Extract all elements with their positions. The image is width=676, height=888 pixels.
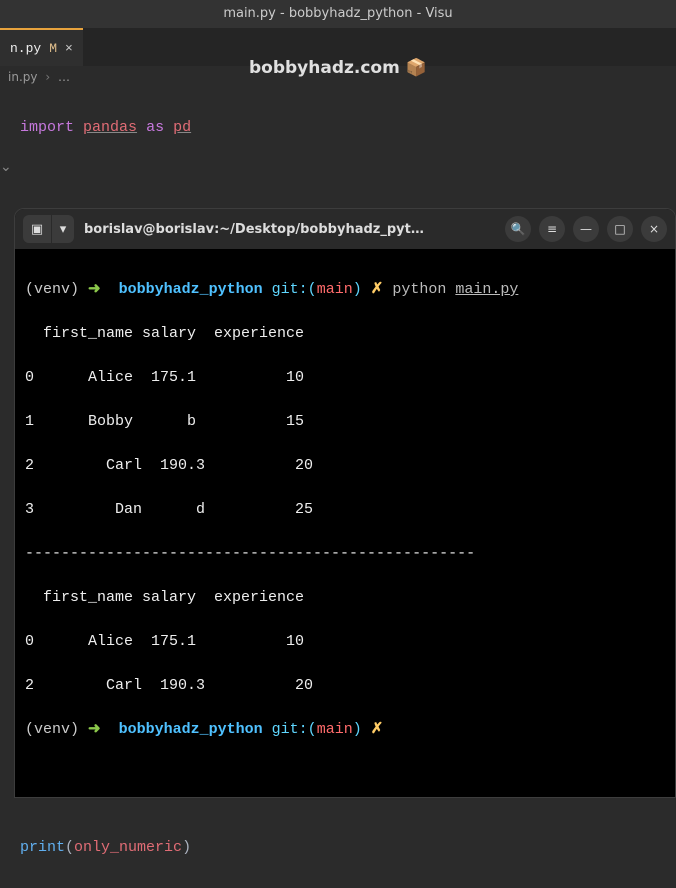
new-tab-dropdown[interactable]: ▾: [52, 215, 74, 243]
close-icon[interactable]: ×: [65, 41, 73, 56]
window-title: main.py - bobbyhadz_python - Visu: [223, 6, 452, 21]
alias-pd: pd: [173, 119, 191, 136]
minimize-button[interactable]: —: [573, 216, 599, 242]
tab-filename: n.py: [10, 41, 41, 56]
new-tab-button[interactable]: ▣: [23, 215, 51, 243]
prompt-git-open: git:(: [272, 721, 317, 738]
prompt-dirty-icon: ✗: [371, 721, 384, 738]
breadcrumb-more: …: [58, 70, 70, 84]
output-row: 1 Bobby b 15: [25, 411, 665, 433]
maximize-button[interactable]: □: [607, 216, 633, 242]
chevron-icon: ›: [45, 70, 50, 84]
output-header: first_name salary experience: [25, 323, 665, 345]
prompt-git-close: ): [353, 281, 362, 298]
output-row: 0 Alice 175.1 10: [25, 367, 665, 389]
fold-chevron-icon[interactable]: ⌄: [0, 158, 12, 175]
arg: only_numeric: [74, 839, 182, 856]
watermark: bobbyhadz.com 📦: [249, 58, 427, 78]
terminal-titlebar: ▣ ▾ borislav@borislav:~/Desktop/bobbyhad…: [15, 209, 675, 249]
prompt-branch: main: [317, 721, 353, 738]
chevron-down-icon: ▾: [60, 222, 67, 237]
modified-indicator: M: [49, 41, 57, 56]
output-row: 0 Alice 175.1 10: [25, 631, 665, 653]
maximize-icon: □: [614, 222, 625, 236]
fn-print: print: [20, 839, 65, 856]
prompt-dir: bobbyhadz_python: [119, 721, 263, 738]
kw-import: import: [20, 119, 74, 136]
prompt-arrow-icon: ➜: [88, 281, 101, 298]
prompt-branch: main: [317, 281, 353, 298]
terminal-body[interactable]: (venv) ➜ bobbyhadz_python git:(main) ✗ p…: [15, 249, 675, 797]
output-header: first_name salary experience: [25, 587, 665, 609]
output-row: 3 Dan d 25: [25, 499, 665, 521]
search-button[interactable]: 🔍: [505, 216, 531, 242]
breadcrumb-file: in.py: [8, 70, 37, 84]
menu-button[interactable]: ≡: [539, 216, 565, 242]
hamburger-icon: ≡: [547, 222, 557, 236]
prompt-venv: (venv): [25, 721, 79, 738]
watermark-text: bobbyhadz.com: [249, 58, 400, 78]
prompt-arrow-icon: ➜: [88, 721, 101, 738]
prompt-git-open: git:(: [272, 281, 317, 298]
output-row: 2 Carl 190.3 20: [25, 675, 665, 697]
terminal-window: ▣ ▾ borislav@borislav:~/Desktop/bobbyhad…: [14, 208, 676, 798]
terminal-title: borislav@borislav:~/Desktop/bobbyhadz_py…: [84, 222, 495, 237]
newtab-icon: ▣: [31, 222, 43, 237]
minimize-icon: —: [580, 222, 592, 236]
tab-main-py[interactable]: n.py M ×: [0, 28, 83, 66]
prompt-venv: (venv): [25, 281, 79, 298]
window-titlebar: main.py - bobbyhadz_python - Visu: [0, 0, 676, 28]
prompt-dir: bobbyhadz_python: [119, 281, 263, 298]
prompt-file: main.py: [455, 281, 518, 298]
output-row: 2 Carl 190.3 20: [25, 455, 665, 477]
close-icon: ×: [649, 222, 659, 236]
cube-icon: 📦: [406, 58, 427, 78]
search-icon: 🔍: [511, 222, 526, 236]
prompt-git-close: ): [353, 721, 362, 738]
prompt-cmd: python: [392, 281, 446, 298]
mod-pandas: pandas: [83, 119, 137, 136]
prompt-dirty-icon: ✗: [371, 281, 384, 298]
kw-as: as: [146, 119, 164, 136]
output-separator: ----------------------------------------…: [25, 543, 665, 565]
close-button[interactable]: ×: [641, 216, 667, 242]
